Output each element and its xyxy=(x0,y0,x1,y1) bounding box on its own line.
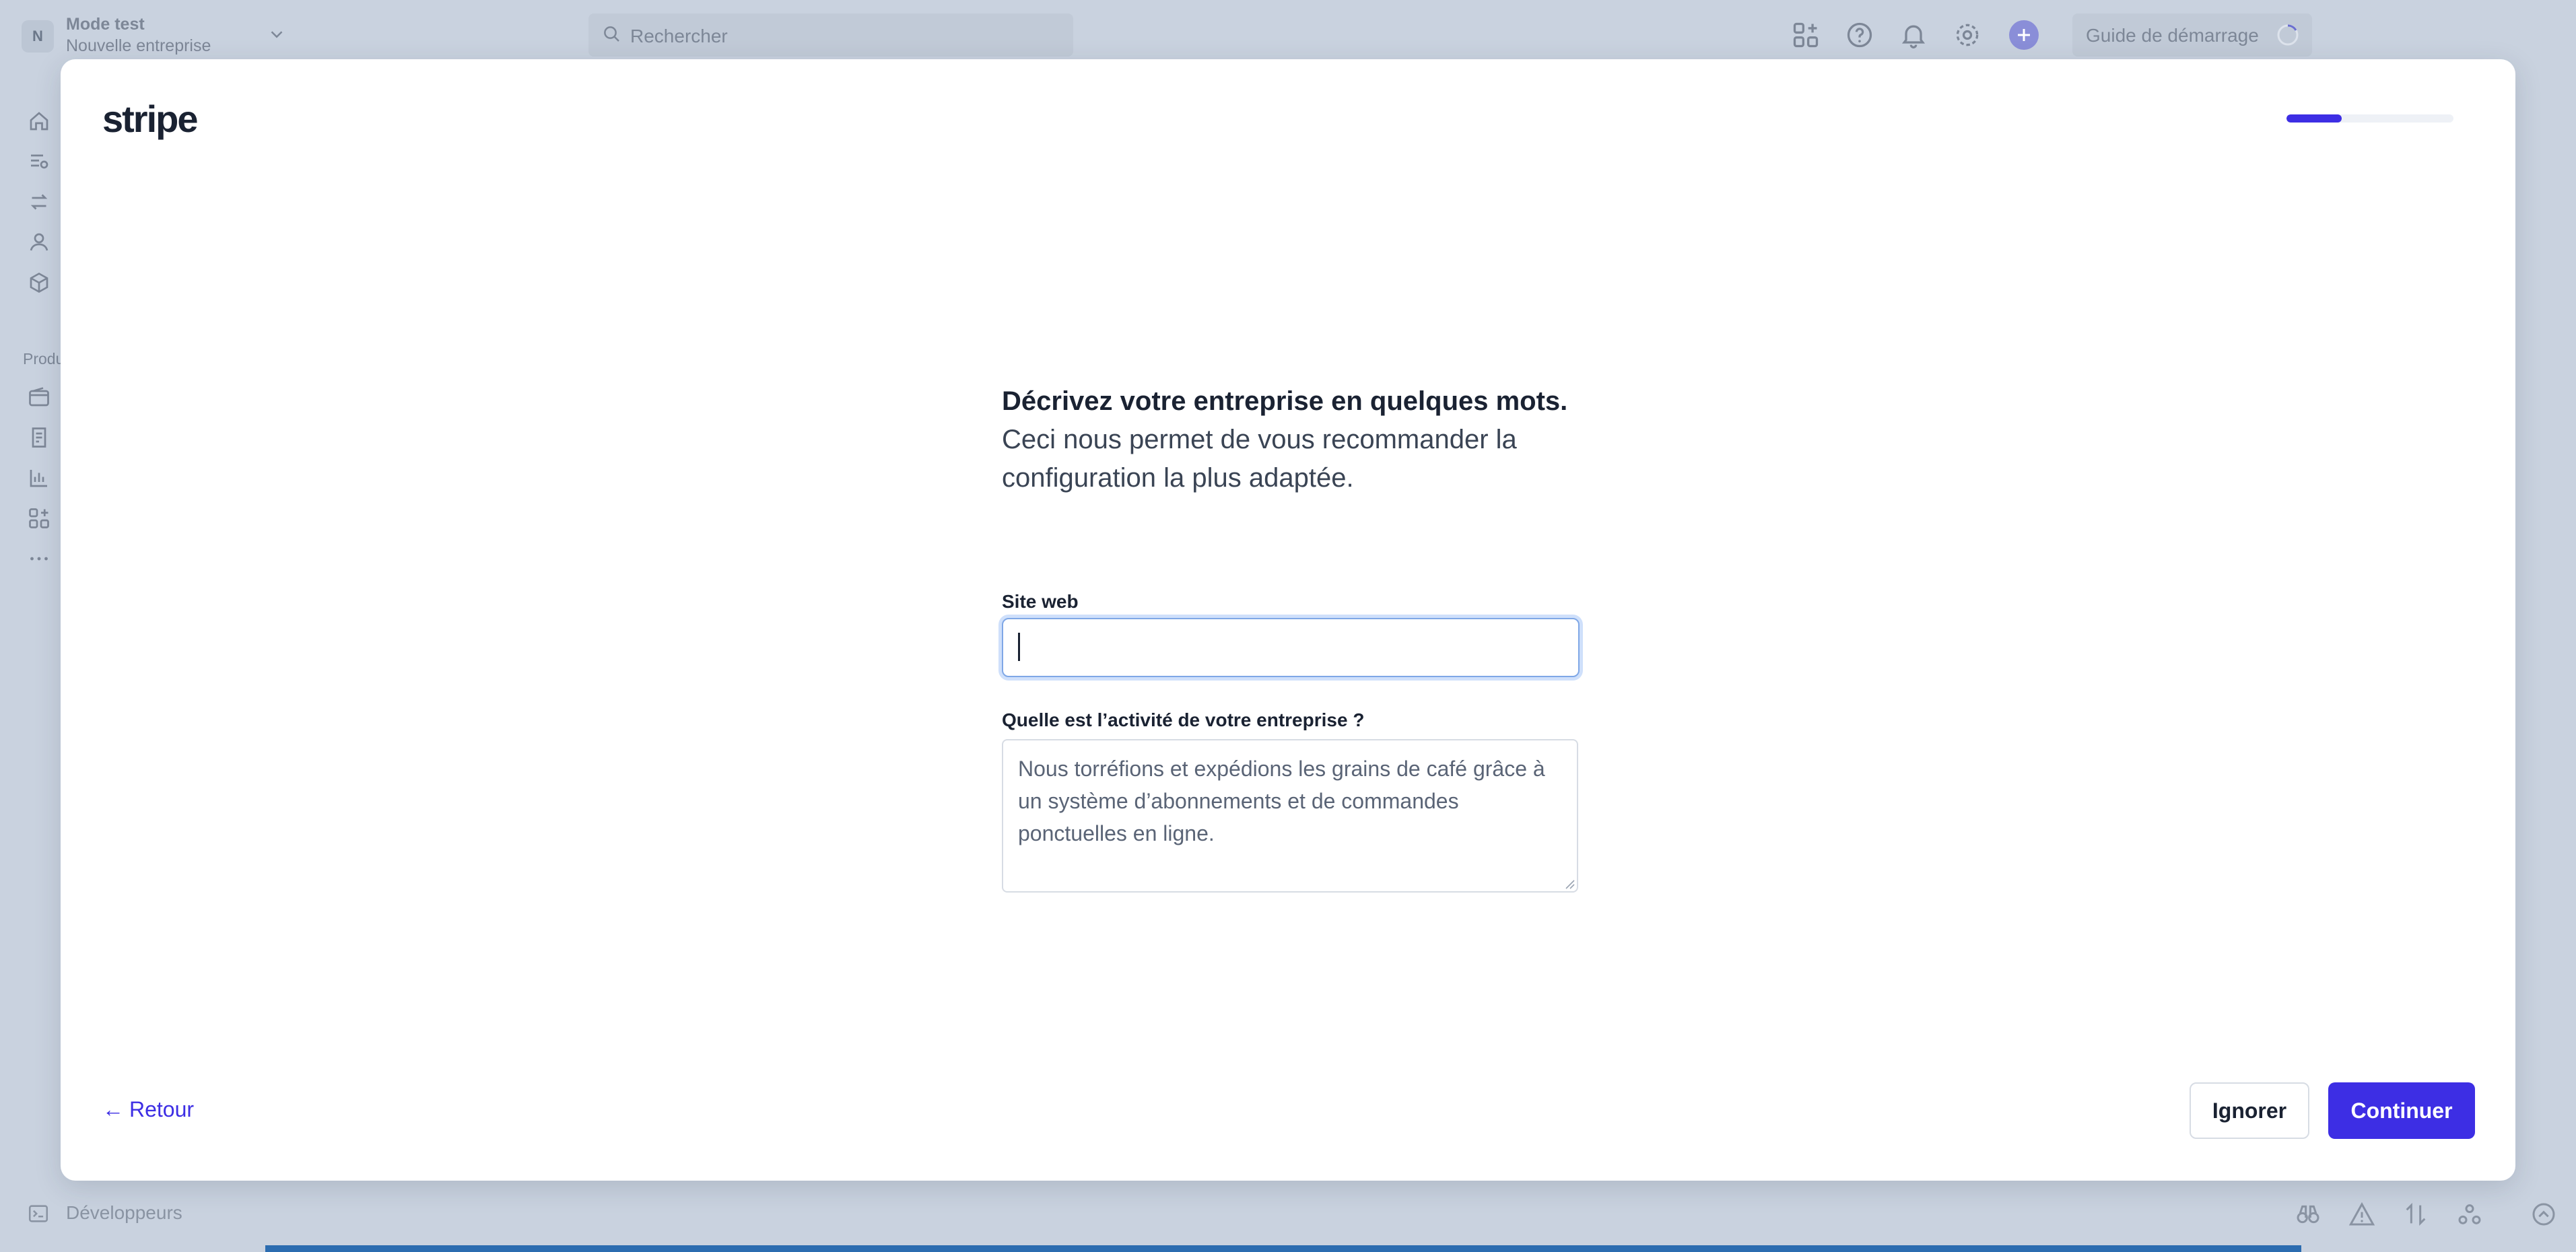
invoice-icon[interactable] xyxy=(27,425,51,450)
back-link[interactable]: ← Retour xyxy=(102,1097,194,1122)
progress-fill xyxy=(2286,114,2342,123)
progress-ring-icon xyxy=(2277,24,2299,46)
gear-icon[interactable] xyxy=(1953,20,1982,50)
search-placeholder: Rechercher xyxy=(630,26,728,46)
headline-title: Décrivez votre entreprise en quelques mo… xyxy=(1002,386,1568,416)
account-mode-label: Mode test xyxy=(66,15,145,34)
chevron-up-icon[interactable] xyxy=(2530,1201,2557,1228)
create-button[interactable] xyxy=(2009,20,2039,50)
website-input[interactable] xyxy=(1002,618,1580,677)
loading-bar xyxy=(265,1245,2301,1252)
account-avatar[interactable]: N xyxy=(22,20,54,53)
apps-icon[interactable] xyxy=(27,506,51,530)
chart-icon[interactable] xyxy=(27,466,51,490)
webhook-icon[interactable] xyxy=(2456,1201,2483,1228)
headline-subtitle: Ceci nous permet de vous recommander la … xyxy=(1002,425,1517,493)
sidebar-section-heading: Produ xyxy=(23,350,65,368)
setup-guide-label: Guide de démarrage xyxy=(2086,25,2259,46)
continue-button[interactable]: Continuer xyxy=(2328,1082,2475,1139)
plus-icon xyxy=(2018,29,2030,41)
binoculars-icon[interactable] xyxy=(2295,1201,2321,1228)
wallet-icon[interactable] xyxy=(27,385,51,409)
account-name[interactable]: Nouvelle entreprise xyxy=(66,36,211,56)
developer-bar: Développeurs xyxy=(0,1182,2576,1244)
warning-icon[interactable] xyxy=(2348,1201,2375,1228)
help-icon[interactable] xyxy=(1845,20,1874,50)
onboarding-modal: stripe Décrivez votre entreprise en quel… xyxy=(61,59,2515,1181)
arrow-left-icon: ← xyxy=(102,1097,124,1121)
search-icon xyxy=(604,26,619,42)
website-label: Site web xyxy=(1002,591,1079,612)
chevron-down-icon[interactable] xyxy=(267,24,287,44)
list-icon[interactable] xyxy=(27,149,51,174)
resize-grip-icon[interactable] xyxy=(1561,875,1575,890)
skip-button[interactable]: Ignorer xyxy=(2190,1082,2309,1139)
activity-textarea[interactable]: Nous torréfions et expédions les grains … xyxy=(1002,739,1578,893)
onboarding-progress xyxy=(2286,114,2453,123)
stripe-logo: stripe xyxy=(102,98,198,140)
product-icon[interactable] xyxy=(27,271,51,295)
developers-label[interactable]: Développeurs xyxy=(66,1202,182,1224)
arrows-icon[interactable] xyxy=(2402,1201,2429,1228)
bell-icon[interactable] xyxy=(1899,20,1928,50)
activity-label: Quelle est l’activité de votre entrepris… xyxy=(1002,709,1365,730)
setup-guide-button[interactable]: Guide de démarrage xyxy=(2072,13,2312,57)
business-form: Décrivez votre entreprise en quelques mo… xyxy=(1002,382,1581,893)
search-bar[interactable]: Rechercher xyxy=(588,13,1073,57)
text-cursor xyxy=(1018,633,1020,661)
home-icon[interactable] xyxy=(27,109,51,133)
transfer-icon[interactable] xyxy=(27,190,51,214)
customer-icon[interactable] xyxy=(27,230,51,254)
form-headline: Décrivez votre entreprise en quelques mo… xyxy=(1002,382,1581,497)
back-label: Retour xyxy=(129,1097,195,1121)
terminal-icon xyxy=(28,1205,48,1222)
apps-icon[interactable] xyxy=(1791,20,1821,50)
more-icon[interactable] xyxy=(27,547,51,571)
